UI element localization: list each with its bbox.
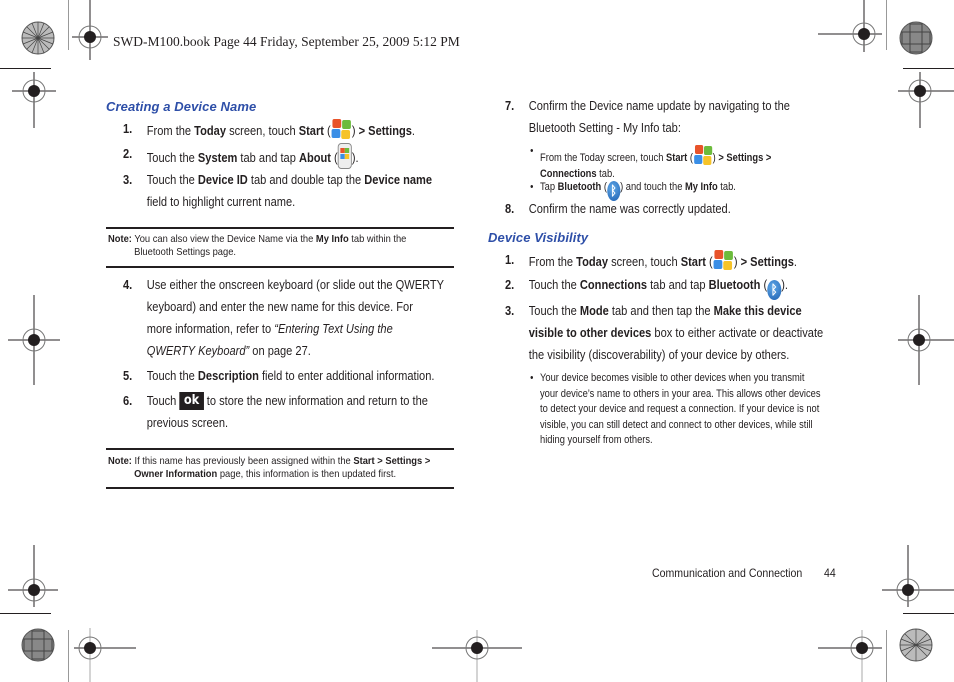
crop-rosette-icon	[21, 628, 55, 662]
step-4: 4. Use either the onscreen keyboard (or …	[123, 278, 445, 358]
visibility-bullet: • Your device becomes visible to other de…	[530, 372, 821, 446]
step-5: 5. Touch the Description field to enter …	[123, 369, 435, 383]
crosshair-icon	[818, 630, 882, 682]
section-title-device-visibility: Device Visibility	[488, 230, 589, 245]
step-3: 3. Touch the Device ID tab and double ta…	[123, 173, 433, 209]
windows-start-icon	[713, 249, 734, 271]
crosshair-icon	[882, 545, 954, 607]
crop-rosette-icon	[899, 628, 933, 662]
section-title-creating-device-name: Creating a Device Name	[106, 99, 257, 114]
crosshair-icon	[898, 72, 954, 128]
visibility-step-1: 1. From the Today screen, touch Start ()…	[505, 249, 857, 271]
cross-reference-link[interactable]: “Entering Text Using the	[274, 322, 392, 336]
bluetooth-icon: ᛒ	[767, 280, 782, 300]
visibility-step-3: 3. Touch the Mode tab and then tap the M…	[505, 304, 824, 362]
crosshair-icon	[8, 545, 58, 607]
step-6: 6. Touch ok to store the new information…	[123, 392, 428, 430]
note-rule-bottom	[106, 487, 454, 489]
step-8: 8. Confirm the name was correctly update…	[505, 202, 731, 216]
page-number: 44	[824, 566, 836, 580]
note-rule-top	[106, 448, 454, 450]
crosshair-icon	[898, 295, 954, 385]
step-7: 7. Confirm the Device name update by nav…	[505, 99, 790, 135]
crosshair-icon	[818, 0, 882, 52]
bullet-start-settings: • From the Today screen, touch Start () >…	[530, 144, 772, 180]
note-rule-bottom	[106, 266, 454, 268]
visibility-step-2: 2. Touch the Connections tab and tap Blu…	[505, 274, 857, 300]
crosshair-icon	[8, 295, 60, 385]
note-rule-top	[106, 227, 454, 229]
note-2: Note: If this name has previously been a…	[108, 456, 431, 480]
about-device-icon	[337, 143, 352, 169]
ok-button-icon: ok	[179, 392, 204, 410]
step-2: 2. Touch the System tab and tap About ()…	[123, 143, 475, 169]
step-1: 1. From the Today screen, touch Start ()…	[123, 118, 475, 140]
crosshair-icon	[12, 72, 56, 128]
crosshair-icon	[74, 628, 136, 682]
crop-rosette-icon	[21, 21, 55, 55]
footer-section-name: Communication and Connection	[652, 566, 803, 580]
cross-reference-link-cont[interactable]: QWERTY Keyboard”	[147, 344, 249, 358]
crosshair-icon	[432, 630, 522, 682]
note-1: Note: You can also view the Device Name …	[108, 234, 407, 258]
windows-start-icon	[331, 118, 352, 140]
crosshair-icon	[72, 0, 108, 60]
print-header: SWD-M100.book Page 44 Friday, September …	[113, 34, 460, 49]
crop-rosette-icon	[899, 21, 933, 55]
windows-start-icon	[693, 144, 713, 166]
